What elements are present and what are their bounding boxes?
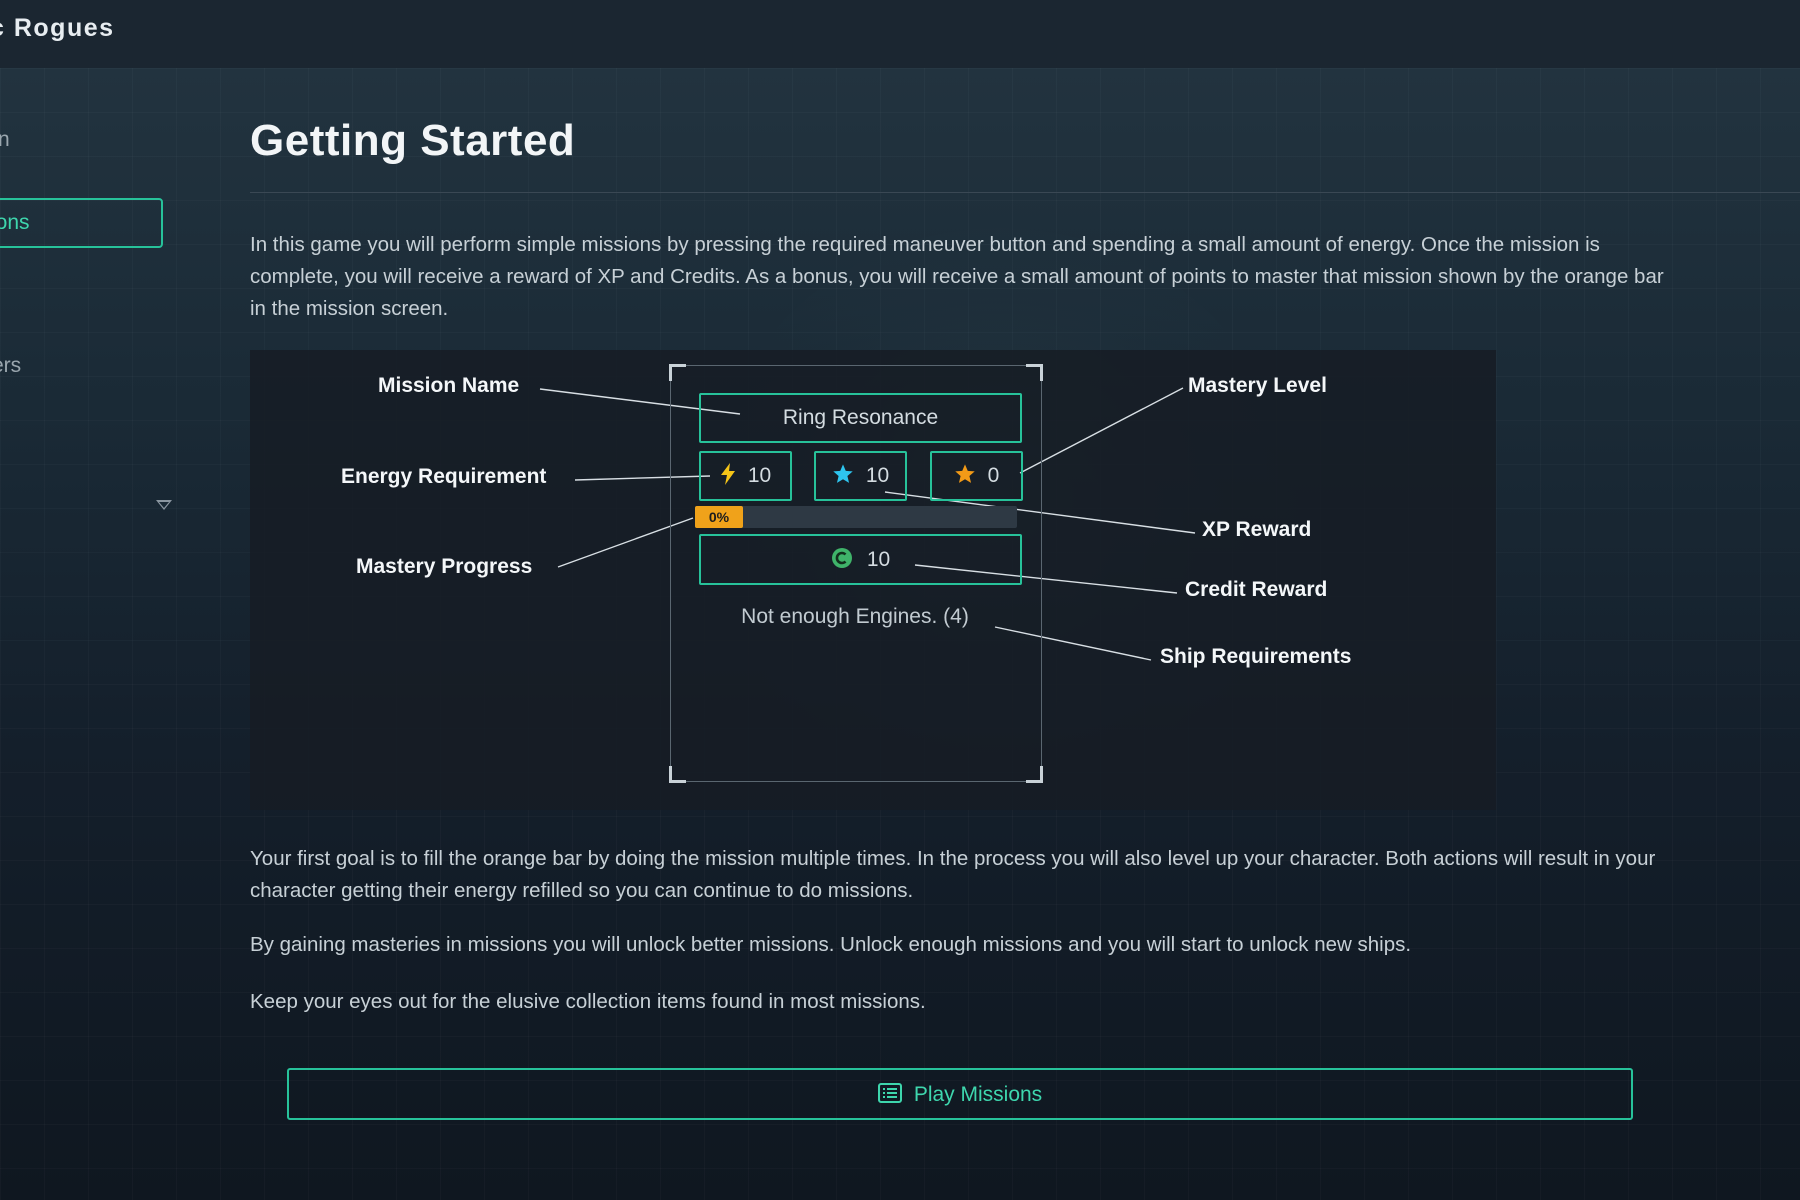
sidebar-item-label: ssions (0, 211, 30, 234)
top-bar: c Rogues (0, 0, 1800, 69)
label-xp-reward: XP Reward (1202, 518, 1312, 541)
ship-requirement-text: Not enough Engines. (4) (741, 605, 969, 628)
app-title: c Rogues (0, 14, 115, 42)
play-missions-button[interactable]: Play Missions (287, 1068, 1633, 1120)
lightning-icon (720, 463, 735, 486)
star-icon (954, 464, 975, 484)
label-ship-requirements: Ship Requirements (1160, 645, 1352, 668)
xp-value: 10 (865, 464, 890, 487)
frame-corner (1026, 364, 1043, 381)
mission-diagram: Ring Resonance 10 10 0 0% 10 Not enough … (250, 350, 1496, 810)
mission-name-button[interactable]: Ring Resonance (699, 393, 1022, 443)
label-credit-reward: Credit Reward (1185, 578, 1328, 601)
mastery-value: 0 (987, 464, 1000, 487)
credit-coin-icon (831, 548, 852, 569)
label-mastery-progress: Mastery Progress (356, 555, 533, 578)
intro-paragraph: In this game you will perform simple mis… (250, 233, 1664, 320)
energy-value: 10 (747, 464, 772, 487)
credit-value: 10 (866, 548, 891, 571)
frame-corner (669, 766, 686, 783)
collection-paragraph: Keep your eyes out for the elusive colle… (250, 990, 926, 1013)
xp-reward: 10 (814, 451, 907, 501)
mastery-level: 0 (930, 451, 1023, 501)
sidebar-item-missions[interactable]: ssions (0, 198, 163, 248)
mastery-progress-fill: 0% (695, 506, 743, 528)
sidebar-item-0[interactable]: n (0, 128, 10, 152)
leader-mastery-level (1019, 387, 1184, 474)
sidebar: n ssions ers (0, 68, 200, 1200)
label-mastery-level: Mastery Level (1188, 374, 1327, 397)
mastery-progress-bar: 0% (695, 506, 1017, 528)
title-divider (250, 192, 1800, 193)
chevron-down-icon[interactable] (156, 500, 172, 510)
play-missions-label: Play Missions (913, 1083, 1043, 1106)
credit-reward: 10 (699, 534, 1022, 585)
sidebar-item-2[interactable]: ers (0, 354, 21, 378)
energy-requirement: 10 (699, 451, 792, 501)
label-energy-requirement: Energy Requirement (341, 465, 547, 488)
page-title: Getting Started (250, 116, 576, 165)
frame-corner (669, 364, 686, 381)
star-icon (833, 464, 853, 484)
label-mission-name: Mission Name (378, 374, 520, 397)
mastery-paragraph: By gaining masteries in missions you wil… (250, 933, 1412, 956)
list-icon (877, 1083, 902, 1104)
frame-corner (1026, 766, 1043, 783)
goal-paragraph: Your first goal is to fill the orange ba… (250, 847, 1656, 902)
